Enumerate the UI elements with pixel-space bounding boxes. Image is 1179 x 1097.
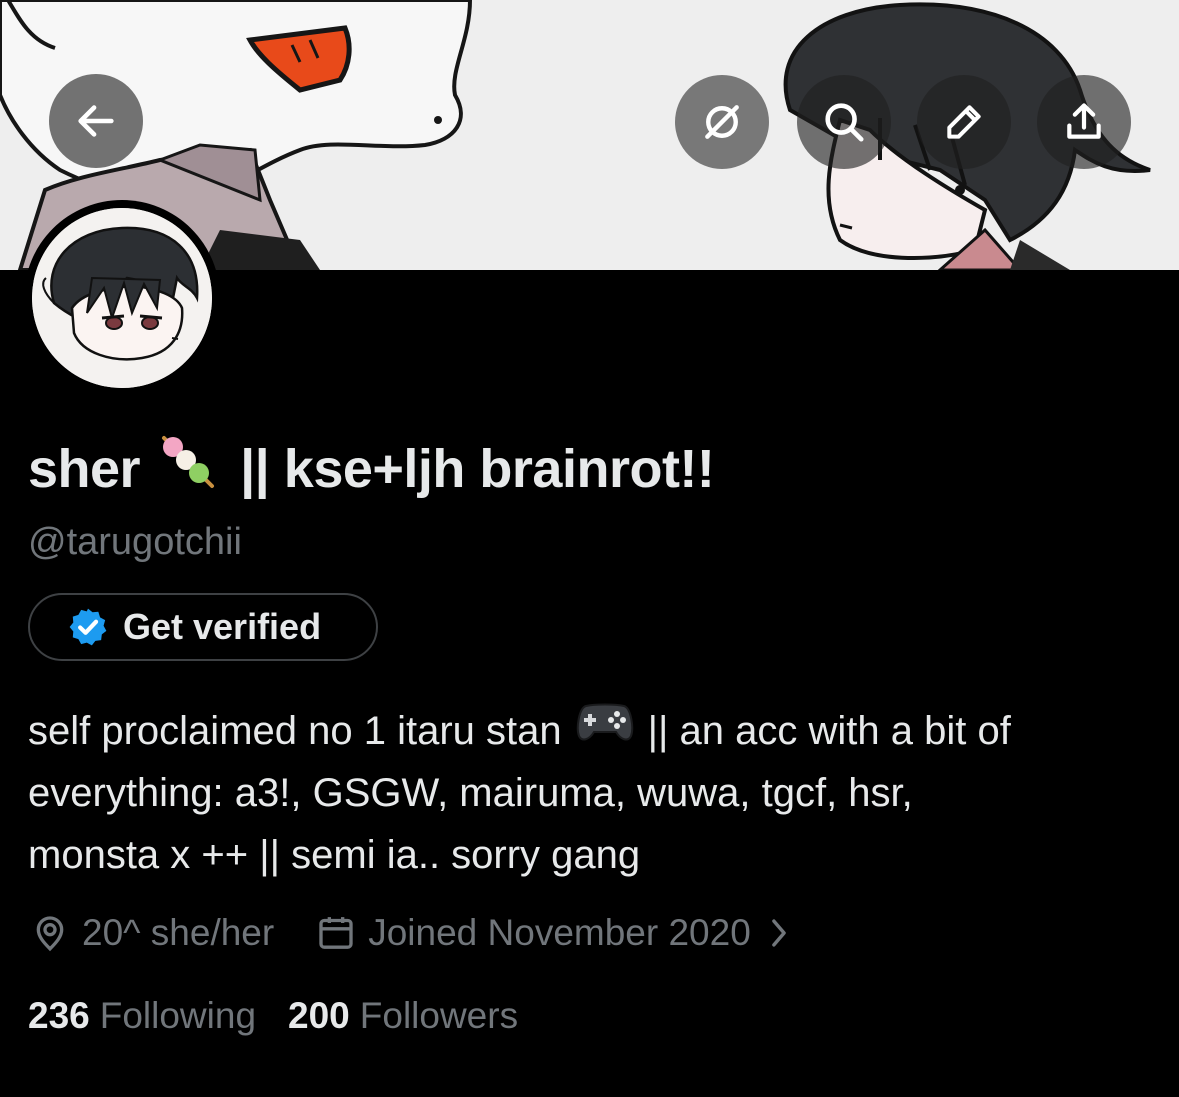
video-game-emoji-icon	[576, 700, 634, 762]
following-link[interactable]: 236 Following	[28, 995, 256, 1037]
dango-emoji-icon	[158, 434, 218, 503]
follow-stats: 236 Following 200 Followers	[28, 995, 518, 1037]
profile-handle: @tarugotchii	[28, 521, 242, 563]
bio-line-1-start: self proclaimed no 1 itaru stan	[28, 709, 562, 753]
verified-badge-icon	[69, 608, 107, 646]
display-name-suffix: || kse+ljh brainrot!!	[240, 438, 715, 499]
share-icon	[1067, 103, 1101, 139]
pencil-icon	[947, 105, 981, 139]
avatar-image	[32, 208, 212, 388]
bio-line-3: monsta x ++ || semi ia.. sorry gang	[28, 833, 641, 877]
followers-count: 200	[288, 995, 350, 1036]
bio-line-1-end: || an acc with a bit of	[647, 709, 1011, 753]
display-name-prefix: sher	[28, 438, 141, 499]
display-name: sher || kse+ljh brainrot!!	[28, 434, 715, 503]
edit-button[interactable]	[917, 75, 1011, 169]
location-pin-icon	[36, 916, 64, 952]
share-button[interactable]	[1037, 75, 1131, 169]
following-label: Following	[99, 995, 257, 1036]
location-text: 20^ she/her	[82, 912, 275, 953]
bio-line-2: everything: a3!, GSGW, mairuma, wuwa, tg…	[28, 771, 913, 815]
get-verified-label: Get verified	[123, 606, 322, 647]
profile-meta: 20^ she/her Joined November 2020	[30, 908, 791, 958]
profile-bio: self proclaimed no 1 itaru stan || an ac…	[28, 700, 1148, 886]
location-item: 20^ she/her	[30, 912, 274, 954]
joined-item[interactable]: Joined November 2020	[316, 912, 791, 954]
back-button[interactable]	[49, 74, 143, 168]
get-verified-button[interactable]: Get verified	[28, 593, 378, 661]
bio-line-1: self proclaimed no 1 itaru stan || an ac…	[28, 700, 1148, 762]
followers-label: Followers	[359, 995, 519, 1036]
search-button[interactable]	[797, 75, 891, 169]
chevron-right-icon	[771, 919, 786, 947]
grok-icon	[705, 105, 739, 139]
calendar-icon	[319, 917, 353, 949]
following-count: 236	[28, 995, 90, 1036]
joined-text: Joined November 2020	[368, 912, 751, 953]
followers-link[interactable]: 200 Followers	[288, 995, 518, 1037]
arrow-left-icon	[78, 105, 114, 137]
profile-avatar[interactable]	[24, 200, 220, 396]
grok-button[interactable]	[675, 75, 769, 169]
search-icon	[825, 103, 864, 142]
